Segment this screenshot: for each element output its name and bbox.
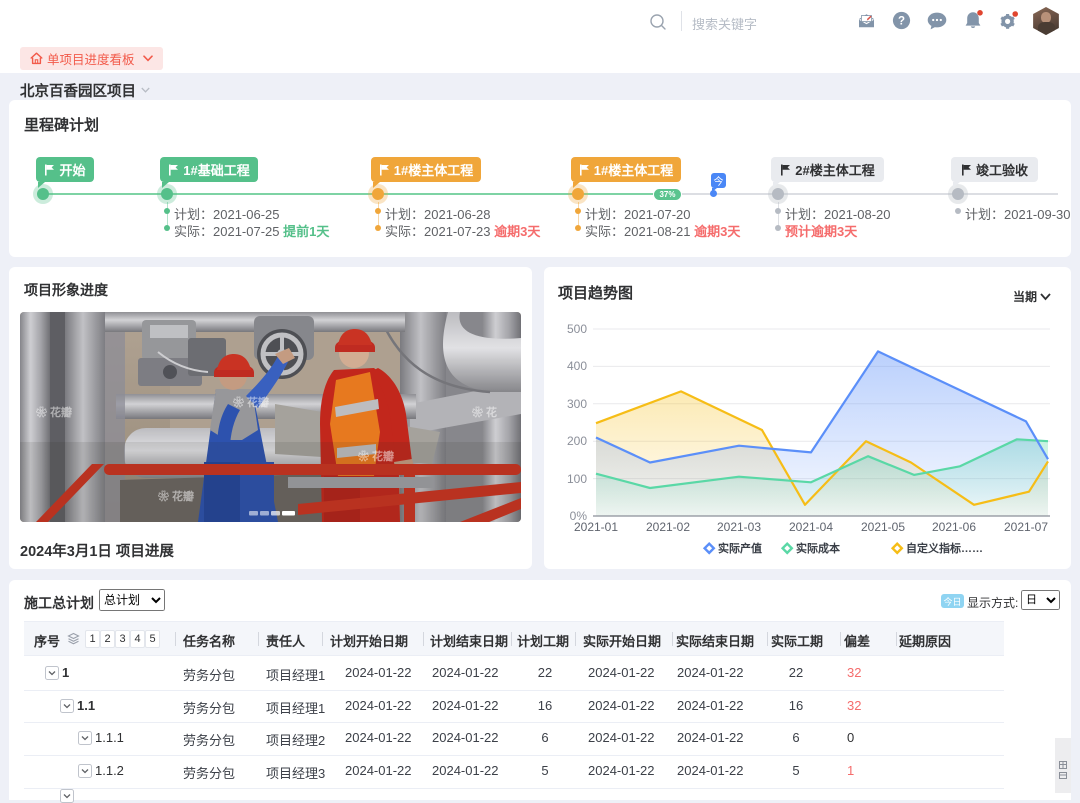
svg-text:?: ?: [898, 15, 905, 27]
svg-text:2021-03: 2021-03: [717, 520, 761, 534]
svg-text:❀ 花瓣: ❀ 花瓣: [35, 405, 72, 419]
svg-text:200: 200: [567, 434, 587, 448]
svg-text:❀ 花瓣: ❀ 花瓣: [357, 449, 394, 463]
svg-text:自定义指标……: 自定义指标……: [906, 541, 983, 555]
svg-text:2021-01: 2021-01: [574, 520, 618, 534]
svg-text:实际产值: 实际产值: [718, 541, 762, 555]
svg-text:300: 300: [567, 397, 587, 411]
svg-text:❀ 花瓣: ❀ 花瓣: [157, 489, 194, 503]
svg-text:2021-07: 2021-07: [1004, 520, 1048, 534]
svg-text:2021-02: 2021-02: [646, 520, 690, 534]
svg-text:❀ 花瓣: ❀ 花瓣: [232, 395, 269, 409]
svg-text:❀ 花: ❀ 花: [471, 405, 497, 419]
svg-text:100: 100: [567, 472, 587, 486]
svg-text:500: 500: [567, 322, 587, 336]
svg-text:400: 400: [567, 359, 587, 373]
svg-text:2021-04: 2021-04: [789, 520, 833, 534]
svg-text:2021-06: 2021-06: [932, 520, 976, 534]
svg-text:2021-05: 2021-05: [861, 520, 905, 534]
svg-text:实际成本: 实际成本: [796, 541, 840, 555]
